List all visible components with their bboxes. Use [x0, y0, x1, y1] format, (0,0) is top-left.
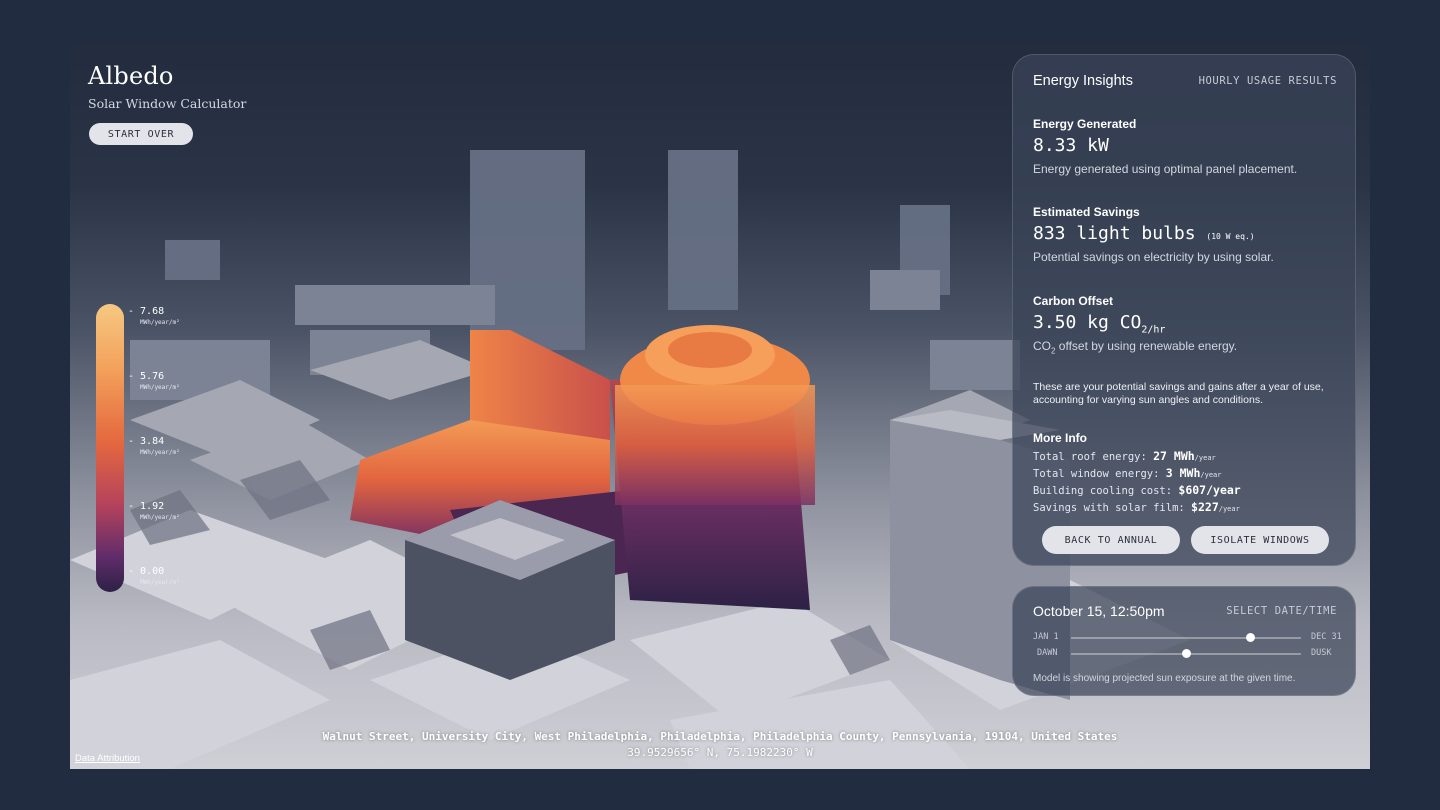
- location-address: Walnut Street, University City, West Phi…: [322, 730, 1118, 743]
- date-slider-start-label: JAN 1: [1033, 632, 1059, 642]
- brand: Albedo Solar Window Calculator: [88, 62, 246, 111]
- date-slider[interactable]: [1071, 633, 1301, 642]
- hourly-usage-results-link[interactable]: HOURLY USAGE RESULTS: [1199, 75, 1337, 87]
- more-info-title: More Info: [1033, 431, 1087, 445]
- energy-color-scale: [96, 304, 124, 592]
- time-slider-end-label: DUSK: [1311, 648, 1332, 658]
- current-date-time: October 15, 12:50pm: [1033, 603, 1165, 619]
- more-info-row: Building cooling cost: $607/year: [1033, 483, 1241, 497]
- energy-generated-value: 8.33 kW: [1033, 135, 1109, 156]
- estimated-savings-desc: Potential savings on electricity by usin…: [1033, 250, 1274, 264]
- location-coordinates: 39.9529656° N, 75.1982230° W: [627, 746, 813, 759]
- model-note: Model is showing projected sun exposure …: [1033, 673, 1296, 684]
- legend-tick: - 0.00 MWh/year/m²: [128, 566, 180, 586]
- date-time-panel: October 15, 12:50pm SELECT DATE/TIME JAN…: [1012, 586, 1356, 696]
- legend-tick: - 5.76 MWh/year/m²: [128, 371, 180, 391]
- energy-generated-desc: Energy generated using optimal panel pla…: [1033, 162, 1298, 176]
- energy-insights-panel: Energy Insights HOURLY USAGE RESULTS Ene…: [1012, 54, 1356, 566]
- time-slider[interactable]: [1071, 649, 1301, 658]
- more-info-row: Total roof energy: 27 MWh/year: [1033, 449, 1216, 463]
- more-info-row: Total window energy: 3 MWh/year: [1033, 466, 1222, 480]
- savings-note: These are your potential savings and gai…: [1033, 381, 1324, 406]
- legend-tick: - 7.68 MWh/year/m²: [128, 306, 180, 326]
- date-slider-end-label: DEC 31: [1311, 632, 1342, 642]
- back-to-annual-button[interactable]: BACK TO ANNUAL: [1042, 526, 1180, 554]
- carbon-offset-value: 3.50 kg CO2/hr: [1033, 312, 1166, 336]
- panel-title: Energy Insights: [1033, 73, 1133, 89]
- app-title: Albedo: [88, 62, 174, 90]
- carbon-offset-desc: CO2 offset by using renewable energy.: [1033, 339, 1238, 356]
- data-attribution-link[interactable]: Data Attribution: [75, 753, 140, 764]
- legend-tick: - 3.84 MWh/year/m²: [128, 436, 180, 456]
- start-over-button[interactable]: START OVER: [89, 123, 193, 145]
- select-date-time-link[interactable]: SELECT DATE/TIME: [1226, 605, 1337, 617]
- app-subtitle: Solar Window Calculator: [88, 96, 247, 111]
- time-slider-handle[interactable]: [1182, 649, 1191, 658]
- more-info-row: Savings with solar film: $227/year: [1033, 500, 1240, 514]
- energy-generated-label: Energy Generated: [1033, 117, 1137, 131]
- time-slider-start-label: DAWN: [1037, 648, 1058, 658]
- estimated-savings-value: 833 light bulbs (10 W eq.): [1033, 223, 1255, 244]
- estimated-savings-label: Estimated Savings: [1033, 205, 1140, 219]
- carbon-offset-label: Carbon Offset: [1033, 294, 1114, 308]
- date-slider-handle[interactable]: [1246, 633, 1256, 642]
- savings-unit-note: (10 W eq.): [1206, 232, 1255, 241]
- isolate-windows-button[interactable]: ISOLATE WINDOWS: [1191, 526, 1329, 554]
- legend-tick: - 1.92 MWh/year/m²: [128, 501, 180, 521]
